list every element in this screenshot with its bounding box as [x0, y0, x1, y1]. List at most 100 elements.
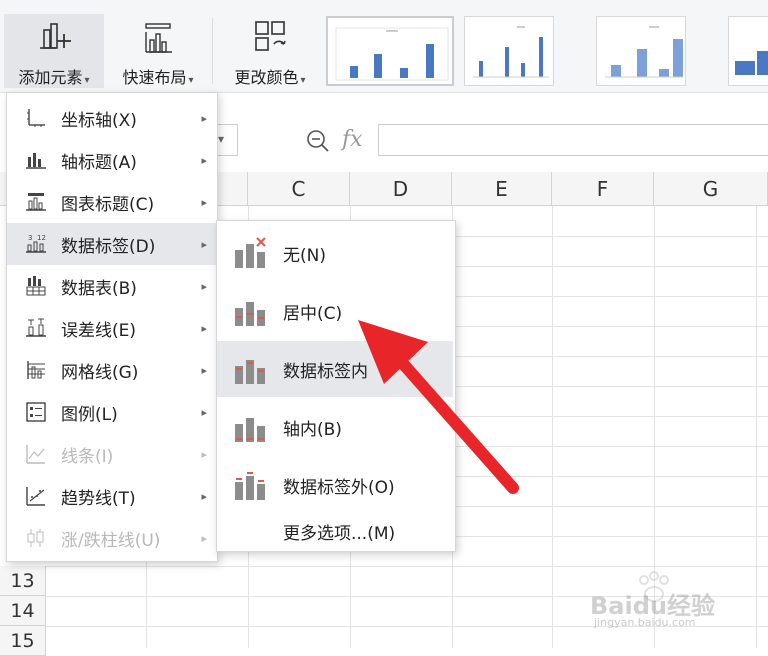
chevron-right-icon: ▸	[201, 531, 207, 545]
no-data-labels-icon	[235, 237, 266, 268]
svg-text:12: 12	[37, 234, 46, 242]
column-header-e[interactable]: E	[452, 172, 552, 206]
change-color-icon	[255, 21, 286, 51]
data-labels-icon: 3 12	[26, 234, 46, 253]
formula-input[interactable]	[378, 124, 768, 156]
chevron-right-icon: ▸	[201, 153, 207, 167]
menu-item-label: 数据标签(D)	[61, 236, 156, 257]
menu-item-lines: 线条(I) ▸	[7, 433, 217, 475]
menu-item-data-table[interactable]: 数据表(B) ▸	[7, 265, 217, 307]
outside-end-labels-icon	[235, 472, 265, 500]
menu-item-chart-title[interactable]: 图表标题(C) ▸	[7, 181, 217, 223]
gridlines-icon	[27, 361, 45, 379]
chevron-right-icon: ▸	[201, 363, 207, 377]
chart-style-thumbnail-3[interactable]	[596, 16, 686, 86]
chart-title-icon	[26, 193, 46, 211]
chevron-down-icon: ▾	[300, 75, 306, 86]
chevron-right-icon: ▸	[201, 237, 207, 251]
row-header-14[interactable]: 14	[0, 596, 46, 626]
column-header-f[interactable]: F	[552, 172, 654, 206]
chart-style-thumbnail-2[interactable]	[464, 16, 554, 86]
watermark-url: jingyan.baidu.com	[594, 616, 696, 629]
axes-icon	[27, 109, 45, 127]
chevron-down-icon: ▾	[188, 75, 194, 86]
chart-style-preview-1	[335, 27, 449, 81]
submenu-item-label: 居中(C)	[283, 303, 343, 324]
lines-icon	[26, 445, 45, 464]
ribbon-divider	[212, 18, 213, 84]
menu-item-label: 数据表(B)	[61, 278, 137, 299]
chevron-right-icon: ▸	[201, 279, 207, 293]
row-header-15[interactable]: 15	[0, 626, 46, 656]
baidu-watermark: Baidu经验 jingyan.baidu.com	[590, 571, 740, 632]
grid-line	[552, 206, 553, 648]
legend-icon	[26, 402, 46, 422]
menu-item-label: 涨/跌柱线(U)	[61, 530, 161, 551]
chevron-right-icon: ▸	[201, 405, 207, 419]
row-header-13[interactable]: 13	[0, 566, 46, 596]
chevron-right-icon: ▸	[201, 321, 207, 335]
chevron-down-icon: ▾	[84, 75, 90, 86]
change-color-button[interactable]: 更改颜色 ▾	[220, 14, 320, 88]
trendline-icon	[26, 487, 45, 506]
menu-item-label: 图例(L)	[61, 404, 118, 425]
chevron-right-icon: ▸	[201, 111, 207, 125]
menu-item-axis-titles[interactable]: 轴标题(A) ▸	[7, 139, 217, 181]
axis-titles-icon	[26, 153, 46, 169]
chevron-right-icon: ▸	[201, 447, 207, 461]
chevron-right-icon: ▸	[201, 489, 207, 503]
zoom-formula-icon[interactable]	[304, 127, 332, 155]
chart-style-preview-2	[473, 26, 549, 78]
submenu-item-none[interactable]: 无(N)	[217, 225, 453, 281]
menu-item-legend[interactable]: 图例(L) ▸	[7, 391, 217, 433]
fx-icon[interactable]: fx	[342, 127, 363, 152]
quick-layout-button[interactable]: 快速布局 ▾	[108, 14, 208, 88]
submenu-more-label: 更多选项...(M)	[283, 523, 396, 544]
chart-style-preview-4	[735, 51, 768, 75]
add-element-button[interactable]: 添加元素 ▾	[4, 14, 104, 88]
data-labels-submenu: 无(N) 居中(C) 数据标签内 轴内(B) 数据标签外(O) 更多选项...(…	[216, 220, 456, 552]
menu-item-trendline[interactable]: 趋势线(T) ▸	[7, 475, 217, 517]
inside-base-labels-icon	[235, 418, 265, 442]
inside-end-labels-icon	[235, 360, 265, 384]
menu-item-axes[interactable]: 坐标轴(X) ▸	[7, 97, 217, 139]
menu-item-data-labels[interactable]: 3 12 数据标签(D) ▸	[7, 223, 217, 265]
submenu-item-label: 数据标签外(O)	[283, 477, 395, 498]
menu-item-error-bars[interactable]: 误差线(E) ▸	[7, 307, 217, 349]
column-header-d[interactable]: D	[350, 172, 452, 206]
menu-item-label: 趋势线(T)	[61, 488, 136, 509]
menu-item-label: 误差线(E)	[61, 320, 137, 341]
chart-tools-ribbon: 添加元素 ▾ 快速布局 ▾ 更改颜色 ▾	[0, 0, 768, 93]
menu-item-gridlines[interactable]: 网格线(G) ▸	[7, 349, 217, 391]
chart-style-thumbnail-1[interactable]	[326, 16, 454, 86]
chevron-down-icon: ▾	[218, 132, 225, 146]
add-element-icon	[40, 23, 71, 49]
chevron-right-icon: ▸	[201, 195, 207, 209]
menu-item-label: 坐标轴(X)	[61, 110, 137, 131]
grid-line	[756, 206, 757, 648]
column-header-g[interactable]: G	[654, 172, 768, 206]
add-element-label: 添加元素	[18, 68, 83, 87]
submenu-more-options[interactable]: 更多选项...(M)	[217, 511, 453, 551]
menu-item-label: 网格线(G)	[61, 362, 139, 383]
submenu-item-inside-base[interactable]: 轴内(B)	[217, 399, 453, 455]
chart-style-preview-3	[605, 26, 683, 78]
submenu-item-label: 无(N)	[283, 245, 326, 266]
column-header-c[interactable]: C	[248, 172, 350, 206]
quick-layout-icon	[145, 23, 172, 53]
change-color-label: 更改颜色	[234, 68, 299, 87]
add-element-menu: 坐标轴(X) ▸ 轴标题(A) ▸ 图表标题(C) ▸ 3 12 数据标签(D) …	[6, 92, 218, 562]
submenu-item-inside-end[interactable]: 数据标签内	[217, 341, 453, 397]
chart-style-thumbnail-4[interactable]	[728, 16, 768, 86]
quick-layout-label: 快速布局	[122, 68, 187, 87]
submenu-item-label: 数据标签内	[283, 361, 368, 382]
submenu-item-outside-end[interactable]: 数据标签外(O)	[217, 457, 453, 513]
data-table-icon	[26, 276, 46, 296]
menu-item-label: 图表标题(C)	[61, 194, 155, 215]
submenu-item-center[interactable]: 居中(C)	[217, 283, 453, 339]
svg-text:3: 3	[28, 234, 32, 242]
submenu-item-label: 轴内(B)	[283, 419, 342, 440]
error-bars-icon	[26, 318, 46, 337]
menu-item-up-down-bars: 涨/跌柱线(U) ▸	[7, 517, 217, 559]
menu-item-label: 线条(I)	[61, 446, 114, 467]
